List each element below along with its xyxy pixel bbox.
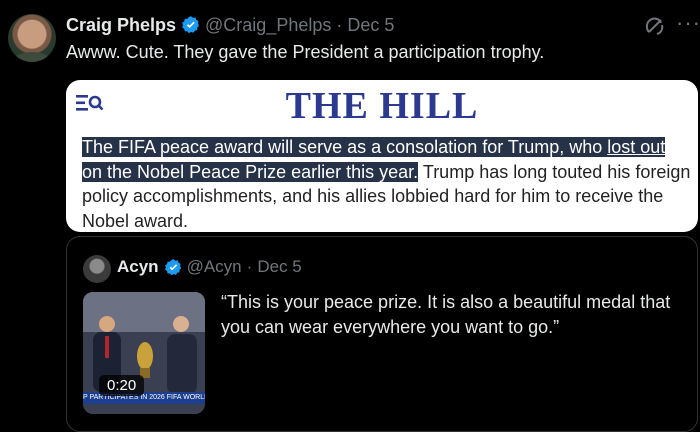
author-avatar[interactable] (8, 14, 56, 62)
author-name[interactable]: Craig Phelps (66, 15, 176, 36)
avatar-shirt (14, 52, 50, 62)
tweet-header: Craig Phelps @Craig_Phelps · Dec 5 (66, 14, 394, 36)
quoted-author-name[interactable]: Acyn (117, 257, 159, 277)
verified-badge-icon (164, 258, 181, 275)
separator-dot: · (246, 257, 253, 276)
quoted-tweet-header: Acyn @Acyn · Dec 5 (117, 257, 302, 277)
quoted-tweet[interactable]: Acyn @Acyn · Dec 5 P PARTICIPATES IN 202… (66, 236, 698, 432)
tweet-date[interactable]: Dec 5 (347, 15, 394, 36)
masthead-logo: THE HILL (285, 85, 479, 127)
quoted-tweet-date[interactable]: Dec 5 (257, 257, 301, 277)
highlighted-text-2: on the Nobel Peace Prize earlier this ye… (82, 161, 419, 182)
article-screenshot[interactable]: THE HILL The FIFA peace award will serve… (66, 80, 698, 232)
tweet-text: Awww. Cute. They gave the President a pa… (66, 42, 545, 62)
verified-badge-icon (182, 16, 200, 34)
article-link[interactable]: lost out (607, 137, 666, 157)
separator-dot: · (336, 14, 343, 35)
quoted-author-handle[interactable]: @Acyn (187, 257, 242, 277)
more-icon[interactable]: ··· (676, 12, 700, 34)
quoted-author-avatar[interactable] (83, 255, 111, 283)
article-body: The FIFA peace award will serve as a con… (82, 135, 692, 232)
author-handle[interactable]: @Craig_Phelps (205, 15, 331, 36)
quoted-tweet-text: “This is your peace prize. It is also a … (221, 292, 671, 337)
highlighted-text: The FIFA peace award will serve as a con… (82, 137, 608, 157)
video-thumbnail[interactable]: P PARTICIPATES IN 2026 FIFA WORLD CUP DR… (83, 292, 205, 414)
grok-icon[interactable] (643, 14, 667, 38)
video-duration: 0:20 (99, 375, 145, 396)
